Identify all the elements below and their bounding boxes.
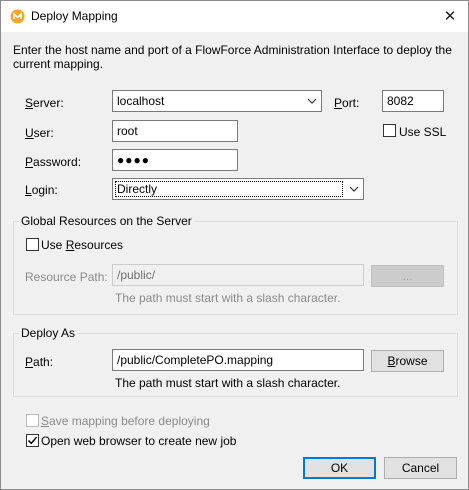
use-ssl-checkbox[interactable] bbox=[383, 124, 396, 137]
user-label: User: bbox=[25, 126, 54, 140]
user-field[interactable]: root bbox=[112, 120, 238, 142]
login-label: Login: bbox=[25, 183, 58, 197]
ok-button[interactable]: OK bbox=[303, 457, 376, 479]
use-resources-checkbox[interactable] bbox=[26, 238, 39, 251]
password-label: Password: bbox=[25, 155, 82, 169]
password-field[interactable]: ●●●● bbox=[112, 149, 238, 171]
password-value: ●●●● bbox=[117, 153, 150, 167]
open-browser-checkbox[interactable] bbox=[26, 434, 39, 447]
port-value: 8082 bbox=[387, 94, 414, 108]
browse-button[interactable]: Browse bbox=[371, 350, 444, 372]
resource-path-value: /public/ bbox=[117, 268, 156, 282]
port-label: Port: bbox=[334, 96, 360, 110]
resource-path-field[interactable]: /public/ bbox=[112, 264, 364, 286]
resource-path-label: Resource Path: bbox=[25, 270, 108, 284]
use-resources-label: Use Resources bbox=[41, 238, 124, 252]
close-button[interactable]: ✕ bbox=[433, 2, 467, 31]
server-label: Server: bbox=[25, 96, 64, 110]
chevron-down-icon bbox=[307, 98, 317, 104]
global-resources-title: Global Resources on the Server bbox=[19, 214, 194, 228]
resource-browse-button[interactable]: ... bbox=[371, 265, 444, 287]
chevron-down-icon bbox=[349, 186, 359, 192]
open-browser-label: Open web browser to create new job bbox=[41, 434, 237, 448]
save-mapping-label: Save mapping before deploying bbox=[41, 414, 210, 428]
close-icon: ✕ bbox=[443, 8, 457, 25]
deploy-path-field[interactable]: /public/CompletePO.mapping bbox=[112, 349, 364, 371]
use-ssl-label: Use SSL bbox=[399, 125, 447, 139]
server-value: localhost bbox=[117, 94, 165, 108]
deploy-path-value: /public/CompletePO.mapping bbox=[117, 353, 274, 367]
mapforce-app-icon bbox=[10, 9, 25, 24]
cancel-button[interactable]: Cancel bbox=[384, 457, 457, 479]
resource-path-hint: The path must start with a slash charact… bbox=[115, 291, 341, 305]
port-field[interactable]: 8082 bbox=[382, 90, 444, 112]
login-combobox[interactable]: Directly bbox=[112, 178, 364, 200]
login-value: Directly bbox=[117, 182, 158, 196]
deploy-path-hint: The path must start with a slash charact… bbox=[115, 376, 341, 390]
title-bar: Deploy Mapping ✕ bbox=[1, 1, 468, 32]
user-value: root bbox=[117, 124, 138, 138]
deploy-as-title: Deploy As bbox=[19, 326, 78, 340]
save-mapping-checkbox[interactable] bbox=[26, 414, 39, 427]
window-title: Deploy Mapping bbox=[31, 9, 118, 23]
deploy-mapping-dialog: Deploy Mapping ✕ Enter the host name and… bbox=[0, 0, 469, 490]
server-combobox[interactable]: localhost bbox=[112, 90, 322, 112]
intro-text: Enter the host name and port of a FlowFo… bbox=[13, 43, 452, 71]
checkmark-icon bbox=[27, 436, 38, 445]
path-label: Path: bbox=[25, 355, 54, 369]
